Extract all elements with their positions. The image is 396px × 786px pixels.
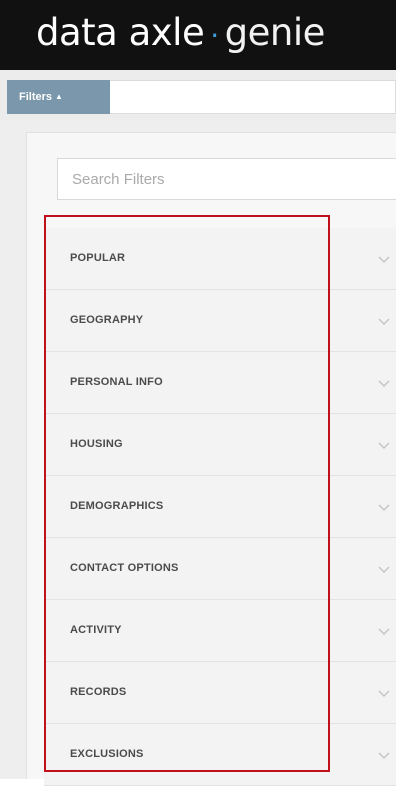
chevron-down-icon[interactable]	[376, 251, 392, 267]
brand-logo[interactable]: data axle · genie	[36, 8, 325, 61]
filter-category-label: HOUSING	[70, 438, 123, 450]
top-bar: data axle · genie	[0, 0, 396, 70]
filter-category-label: GEOGRAPHY	[70, 314, 144, 326]
chevron-down-icon[interactable]	[376, 499, 392, 515]
filter-category-exclusions[interactable]: EXCLUSIONS	[44, 724, 396, 786]
filter-category-label: ACTIVITY	[70, 624, 122, 636]
brand-secondary: genie	[224, 11, 326, 54]
chevron-down-icon[interactable]	[376, 685, 392, 701]
chevron-down-icon[interactable]	[376, 561, 392, 577]
filter-category-label: EXCLUSIONS	[70, 748, 144, 760]
chevron-down-icon[interactable]	[376, 747, 392, 763]
filter-category-housing[interactable]: HOUSING	[44, 414, 396, 476]
filter-category-geography[interactable]: GEOGRAPHY	[44, 290, 396, 352]
filter-category-popular[interactable]: POPULAR	[44, 228, 396, 290]
filter-category-activity[interactable]: ACTIVITY	[44, 600, 396, 662]
filter-bar: Filters ▲	[0, 70, 396, 120]
filter-category-label: PERSONAL INFO	[70, 376, 163, 388]
filter-category-label: CONTACT OPTIONS	[70, 562, 179, 574]
brand-separator: ·	[210, 19, 219, 52]
filter-category-label: POPULAR	[70, 252, 126, 264]
filter-category-label: RECORDS	[70, 686, 127, 698]
chevron-down-icon[interactable]	[376, 313, 392, 329]
filter-category-contact-options[interactable]: CONTACT OPTIONS	[44, 538, 396, 600]
brand-primary: data axle	[36, 11, 205, 54]
caret-up-icon: ▲	[55, 92, 63, 101]
filters-panel: POPULAR GEOGRAPHY PERSONAL INFO HOUSING DEMO…	[26, 132, 396, 786]
filter-category-label: DEMOGRAPHICS	[70, 500, 164, 512]
filters-panel-container: POPULAR GEOGRAPHY PERSONAL INFO HOUSING DEMO…	[0, 120, 396, 786]
chevron-down-icon[interactable]	[376, 437, 392, 453]
search-filters-input[interactable]	[57, 158, 396, 200]
filter-category-personal-info[interactable]: PERSONAL INFO	[44, 352, 396, 414]
chevron-down-icon[interactable]	[376, 623, 392, 639]
filter-category-records[interactable]: RECORDS	[44, 662, 396, 724]
filter-category-list: POPULAR GEOGRAPHY PERSONAL INFO HOUSING DEMO…	[44, 228, 396, 786]
filters-toggle-label: Filters	[19, 91, 53, 103]
chevron-down-icon[interactable]	[376, 375, 392, 391]
filter-category-demographics[interactable]: DEMOGRAPHICS	[44, 476, 396, 538]
filters-toggle-button[interactable]: Filters ▲	[7, 80, 110, 114]
